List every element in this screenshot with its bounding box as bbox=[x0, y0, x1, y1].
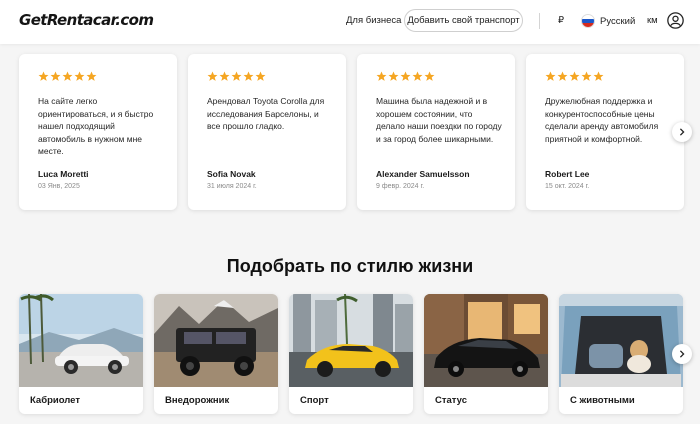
style-card-status[interactable]: Статус bbox=[424, 294, 548, 414]
review-text: На сайте легко ориентироваться, и я быст… bbox=[38, 96, 154, 156]
star-icon bbox=[74, 71, 85, 81]
business-link[interactable]: Для бизнеса bbox=[346, 15, 401, 26]
site-header: GetRentacar.com Для бизнеса Добавить сво… bbox=[0, 0, 700, 44]
review-card: На сайте легко ориентироваться, и я быст… bbox=[19, 54, 177, 210]
star-icon bbox=[545, 71, 556, 81]
reviews-next-button[interactable] bbox=[672, 122, 692, 142]
chevron-right-icon bbox=[679, 128, 685, 136]
lifestyle-section-title: Подобрать по стилю жизни bbox=[226, 256, 474, 276]
review-date: 15 окт. 2024 г. bbox=[545, 183, 590, 190]
star-icon bbox=[38, 71, 49, 81]
user-circle-icon[interactable] bbox=[667, 12, 684, 29]
russia-flag-icon bbox=[581, 14, 595, 28]
site-logo[interactable]: GetRentacar.com bbox=[19, 11, 154, 29]
rating-stars bbox=[38, 71, 97, 82]
star-icon bbox=[50, 71, 61, 81]
review-author: Robert Lee bbox=[545, 169, 590, 179]
pet-friendly-car-photo bbox=[559, 294, 683, 387]
suv-photo bbox=[154, 294, 278, 387]
style-label-suv: Внедорожник bbox=[165, 395, 230, 406]
rating-stars bbox=[376, 71, 435, 82]
review-author: Alexander Samuelsson bbox=[376, 169, 470, 179]
review-card: Машина была надежной и в хорошем состоян… bbox=[357, 54, 515, 210]
convertible-photo bbox=[19, 294, 143, 387]
review-date: 9 февр. 2024 г. bbox=[376, 183, 425, 190]
luxury-sedan-photo bbox=[424, 294, 548, 387]
star-icon bbox=[569, 71, 580, 81]
review-date: 03 Янв, 2025 bbox=[38, 183, 80, 190]
review-text: Арендовал Toyota Corolla для исследовани… bbox=[207, 96, 325, 131]
star-icon bbox=[86, 71, 97, 81]
add-vehicle-button[interactable]: Добавить свой транспорт bbox=[404, 9, 523, 32]
star-icon bbox=[388, 71, 399, 81]
style-label-status: Статус bbox=[435, 395, 468, 406]
style-label-convertible: Кабриолет bbox=[30, 395, 80, 406]
review-author: Sofia Novak bbox=[207, 169, 256, 179]
star-icon bbox=[219, 71, 230, 81]
rating-stars bbox=[207, 71, 266, 82]
star-icon bbox=[581, 71, 592, 81]
star-icon bbox=[557, 71, 568, 81]
star-icon bbox=[243, 71, 254, 81]
distance-unit-selector[interactable]: км bbox=[647, 15, 658, 26]
language-label: Русский bbox=[600, 15, 636, 27]
star-icon bbox=[400, 71, 411, 81]
style-label-sport: Спорт bbox=[300, 395, 329, 406]
star-icon bbox=[376, 71, 387, 81]
language-selector[interactable]: Русский bbox=[581, 14, 635, 28]
rating-stars bbox=[545, 71, 604, 82]
review-author: Luca Moretti bbox=[38, 169, 89, 179]
review-text: Машина была надежной и в хорошем состоян… bbox=[376, 96, 502, 144]
style-card-suv[interactable]: Внедорожник bbox=[154, 294, 278, 414]
review-card: Дружелюбная поддержка и конкурентоспособ… bbox=[526, 54, 684, 210]
star-icon bbox=[424, 71, 435, 81]
lifestyle-next-button[interactable] bbox=[672, 344, 692, 364]
style-label-pets: С животными bbox=[570, 395, 635, 406]
currency-selector[interactable]: ₽ bbox=[558, 15, 564, 26]
star-icon bbox=[593, 71, 604, 81]
style-card-sport[interactable]: Спорт bbox=[289, 294, 413, 414]
star-icon bbox=[231, 71, 242, 81]
review-card: Арендовал Toyota Corolla для исследовани… bbox=[188, 54, 346, 210]
star-icon bbox=[255, 71, 266, 81]
star-icon bbox=[412, 71, 423, 81]
review-date: 31 июля 2024 г. bbox=[207, 183, 257, 190]
sport-car-photo bbox=[289, 294, 413, 387]
star-icon bbox=[207, 71, 218, 81]
star-icon bbox=[62, 71, 73, 81]
style-card-convertible[interactable]: Кабриолет bbox=[19, 294, 143, 414]
header-divider bbox=[539, 13, 540, 29]
chevron-right-icon bbox=[679, 350, 685, 358]
style-card-pets[interactable]: С животными bbox=[559, 294, 683, 414]
review-text: Дружелюбная поддержка и конкурентоспособ… bbox=[545, 96, 659, 144]
